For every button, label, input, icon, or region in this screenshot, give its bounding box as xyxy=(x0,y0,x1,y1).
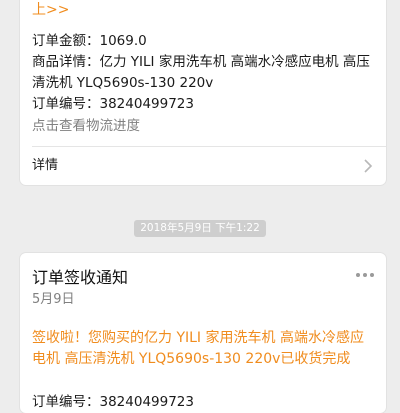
order-number-label: 订单编号： xyxy=(32,96,100,112)
order-amount-label: 订单金额： xyxy=(32,33,100,49)
order-details-card: 上>> 订单金额：1069.0 商品详情：亿力 YILI 家用洗车机 高端水冷感… xyxy=(20,0,386,185)
order-number-row: 订单编号：38240499723 xyxy=(32,94,372,115)
product-details-row: 商品详情：亿力 YILI 家用洗车机 高端水冷感应电机 高压清洗机 YLQ569… xyxy=(32,52,372,94)
card-title: 订单签收通知 xyxy=(32,268,129,287)
order-amount-row: 订单金额：1069.0 xyxy=(32,31,372,52)
order-number-label: 订单编号： xyxy=(32,394,100,410)
more-dots-icon[interactable] xyxy=(354,271,376,279)
receipt-message: 签收啦！您购买的亿力 YILI 家用洗车机 高端水冷感应电机 高压清洗机 YLQ… xyxy=(32,330,364,367)
details-label: 详情 xyxy=(32,158,59,173)
order-number-value: 38240499723 xyxy=(99,394,194,410)
chevron-right-icon xyxy=(364,159,373,173)
product-details-label: 商品详情： xyxy=(32,54,100,70)
details-row[interactable]: 详情 xyxy=(20,147,386,184)
order-number-row: 订单编号：38240499723 xyxy=(32,392,194,412)
card-date: 5月9日 xyxy=(32,292,75,307)
message-timestamp: 2018年5月9日 下午1:22 xyxy=(0,216,400,237)
order-number-value: 38240499723 xyxy=(99,96,194,112)
view-more-link[interactable]: 上>> xyxy=(32,0,69,20)
order-amount-value: 1069.0 xyxy=(99,33,147,49)
timestamp-pill: 2018年5月9日 下午1:22 xyxy=(134,220,266,237)
track-logistics-link[interactable]: 点击查看物流进度 xyxy=(32,116,140,136)
receipt-notification-card[interactable]: 订单签收通知 5月9日 签收啦！您购买的亿力 YILI 家用洗车机 高端水冷感应… xyxy=(20,253,386,413)
